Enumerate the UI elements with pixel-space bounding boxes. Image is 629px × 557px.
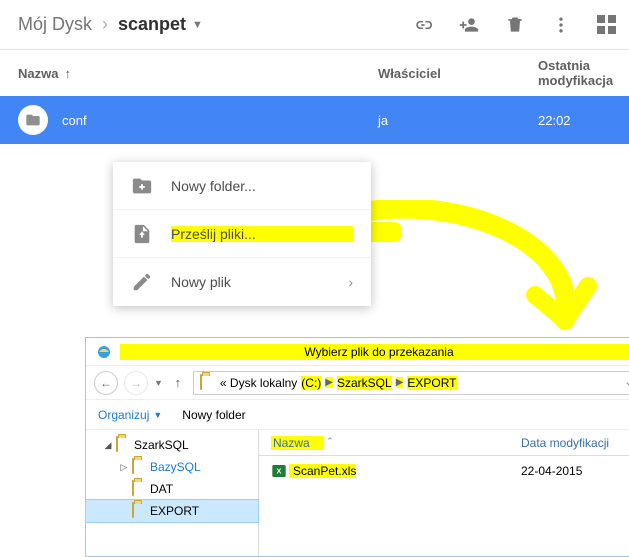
col-modified[interactable]: Ostatnia modyfikacja xyxy=(538,58,613,88)
back-button[interactable]: ← xyxy=(94,371,118,395)
file-name: ScanPet.xls xyxy=(289,464,356,478)
dialog-body: ◢ SzarkSQL ▷ BazySQL ▷ DAT ▷ EXPORT xyxy=(86,430,629,556)
dialog-navbar: ← → ▼ ↑ « Dysk lokalny (C:) ▶ SzarkSQL ▶… xyxy=(86,366,629,400)
file-list: Nazwa ˆ Data modyfikacji X ScanPet.xls 2… xyxy=(259,430,629,556)
dialog-title: Wybierz plik do przekazania xyxy=(120,344,629,360)
chevron-right-icon: › xyxy=(102,14,108,35)
tree-item-export[interactable]: ▷ EXPORT xyxy=(86,500,258,522)
tree-item-dat[interactable]: ▷ DAT xyxy=(86,478,258,500)
addr-seg-szarksql[interactable]: SzarkSQL xyxy=(337,376,392,390)
dialog-titlebar: Wybierz plik do przekazania xyxy=(86,338,629,366)
link-icon[interactable] xyxy=(413,15,433,35)
history-dropdown-icon[interactable]: ▼ xyxy=(154,378,163,388)
addr-prefix: « Dysk lokalny xyxy=(220,376,297,390)
row-modified: 22:02 xyxy=(538,113,611,128)
menu-new-file[interactable]: Nowy plik › xyxy=(113,258,371,306)
file-list-headers: Nazwa ˆ Data modyfikacji xyxy=(259,430,629,456)
drive-actions xyxy=(413,15,621,35)
folder-icon xyxy=(132,481,148,497)
chevron-down-icon: ▼ xyxy=(192,19,203,31)
folder-icon xyxy=(132,503,148,519)
address-bar[interactable]: « Dysk lokalny (C:) ▶ SzarkSQL ▶ EXPORT … xyxy=(193,371,629,395)
drive-toolbar: Mój Dysk › scanpet ▼ xyxy=(0,0,629,50)
col-name-label: Nazwa xyxy=(271,436,324,450)
sort-asc-icon: ↑ xyxy=(64,66,71,81)
file-row[interactable]: X ScanPet.xls 22-04-2015 xyxy=(271,460,629,482)
folder-icon xyxy=(116,437,132,453)
breadcrumb: Mój Dysk › scanpet ▼ xyxy=(18,14,203,35)
file-upload-icon xyxy=(131,223,153,245)
menu-upload-files-label: Prześlij pliki... xyxy=(171,226,353,242)
file-date: 22-04-2015 xyxy=(521,464,629,478)
menu-new-file-label: Nowy plik xyxy=(171,274,330,290)
drive-column-headers: Nazwa ↑ Właściciel Ostatnia modyfikacja xyxy=(0,50,629,96)
menu-upload-files[interactable]: Prześlij pliki... xyxy=(113,210,371,258)
breadcrumb-current-label: scanpet xyxy=(118,14,186,35)
up-button[interactable]: ↑ xyxy=(169,375,187,390)
chevron-down-icon: ▼ xyxy=(153,410,162,420)
addr-drive[interactable]: (C:) xyxy=(301,376,321,390)
col-date[interactable]: Data modyfikacji xyxy=(521,436,629,450)
grid-view-icon[interactable] xyxy=(597,15,617,35)
tree-label: SzarkSQL xyxy=(134,438,189,452)
col-name[interactable]: Nazwa ˆ xyxy=(271,435,521,450)
drive-row-selected[interactable]: conf ja 22:02 xyxy=(0,96,629,144)
more-icon[interactable] xyxy=(551,15,571,35)
row-name-cell: conf xyxy=(18,105,378,135)
folder-icon xyxy=(18,105,48,135)
col-name[interactable]: Nazwa ↑ xyxy=(18,66,378,81)
col-owner[interactable]: Właściciel xyxy=(378,66,538,81)
pencil-icon xyxy=(131,271,153,293)
trash-icon[interactable] xyxy=(505,15,525,35)
organize-button[interactable]: Organizuj ▼ xyxy=(98,408,162,422)
col-name-label: Nazwa xyxy=(18,66,58,81)
tree-label: EXPORT xyxy=(150,504,199,518)
menu-new-folder-label: Nowy folder... xyxy=(171,178,353,194)
folder-tree: ◢ SzarkSQL ▷ BazySQL ▷ DAT ▷ EXPORT xyxy=(86,430,259,556)
folder-icon xyxy=(200,375,216,391)
chevron-right-icon: ▶ xyxy=(325,377,333,388)
ie-icon xyxy=(96,344,112,360)
chevron-right-icon: › xyxy=(348,274,353,290)
file-picker-dialog: Wybierz plik do przekazania ← → ▼ ↑ « Dy… xyxy=(85,337,629,557)
new-folder-icon xyxy=(131,175,153,197)
row-owner: ja xyxy=(378,113,538,128)
folder-icon xyxy=(132,459,148,475)
row-name: conf xyxy=(62,113,87,128)
excel-icon: X xyxy=(271,463,287,479)
breadcrumb-root[interactable]: Mój Dysk xyxy=(18,14,92,35)
tree-item-szarksql[interactable]: ◢ SzarkSQL xyxy=(86,434,258,456)
drive-context-menu: Nowy folder... Prześlij pliki... Nowy pl… xyxy=(113,162,371,306)
new-folder-button[interactable]: Nowy folder xyxy=(182,408,245,422)
svg-text:X: X xyxy=(277,467,282,476)
addr-dropdown-icon[interactable]: ⌄ xyxy=(625,377,629,388)
dialog-toolbar: Organizuj ▼ Nowy folder xyxy=(86,400,629,430)
chevron-right-icon: ▶ xyxy=(396,377,404,388)
menu-new-folder[interactable]: Nowy folder... xyxy=(113,162,371,210)
expand-icon[interactable]: ◢ xyxy=(102,440,114,451)
tree-item-bazysql[interactable]: ▷ BazySQL xyxy=(86,456,258,478)
forward-button[interactable]: → xyxy=(124,371,148,395)
tree-label: DAT xyxy=(150,482,173,496)
breadcrumb-current[interactable]: scanpet ▼ xyxy=(118,14,203,35)
tree-label: BazySQL xyxy=(150,460,201,474)
organize-label: Organizuj xyxy=(98,408,149,422)
sort-indicator-icon: ˆ xyxy=(328,435,332,450)
expand-icon[interactable]: ▷ xyxy=(118,462,130,473)
addr-seg-export[interactable]: EXPORT xyxy=(407,376,456,390)
add-user-icon[interactable] xyxy=(459,15,479,35)
